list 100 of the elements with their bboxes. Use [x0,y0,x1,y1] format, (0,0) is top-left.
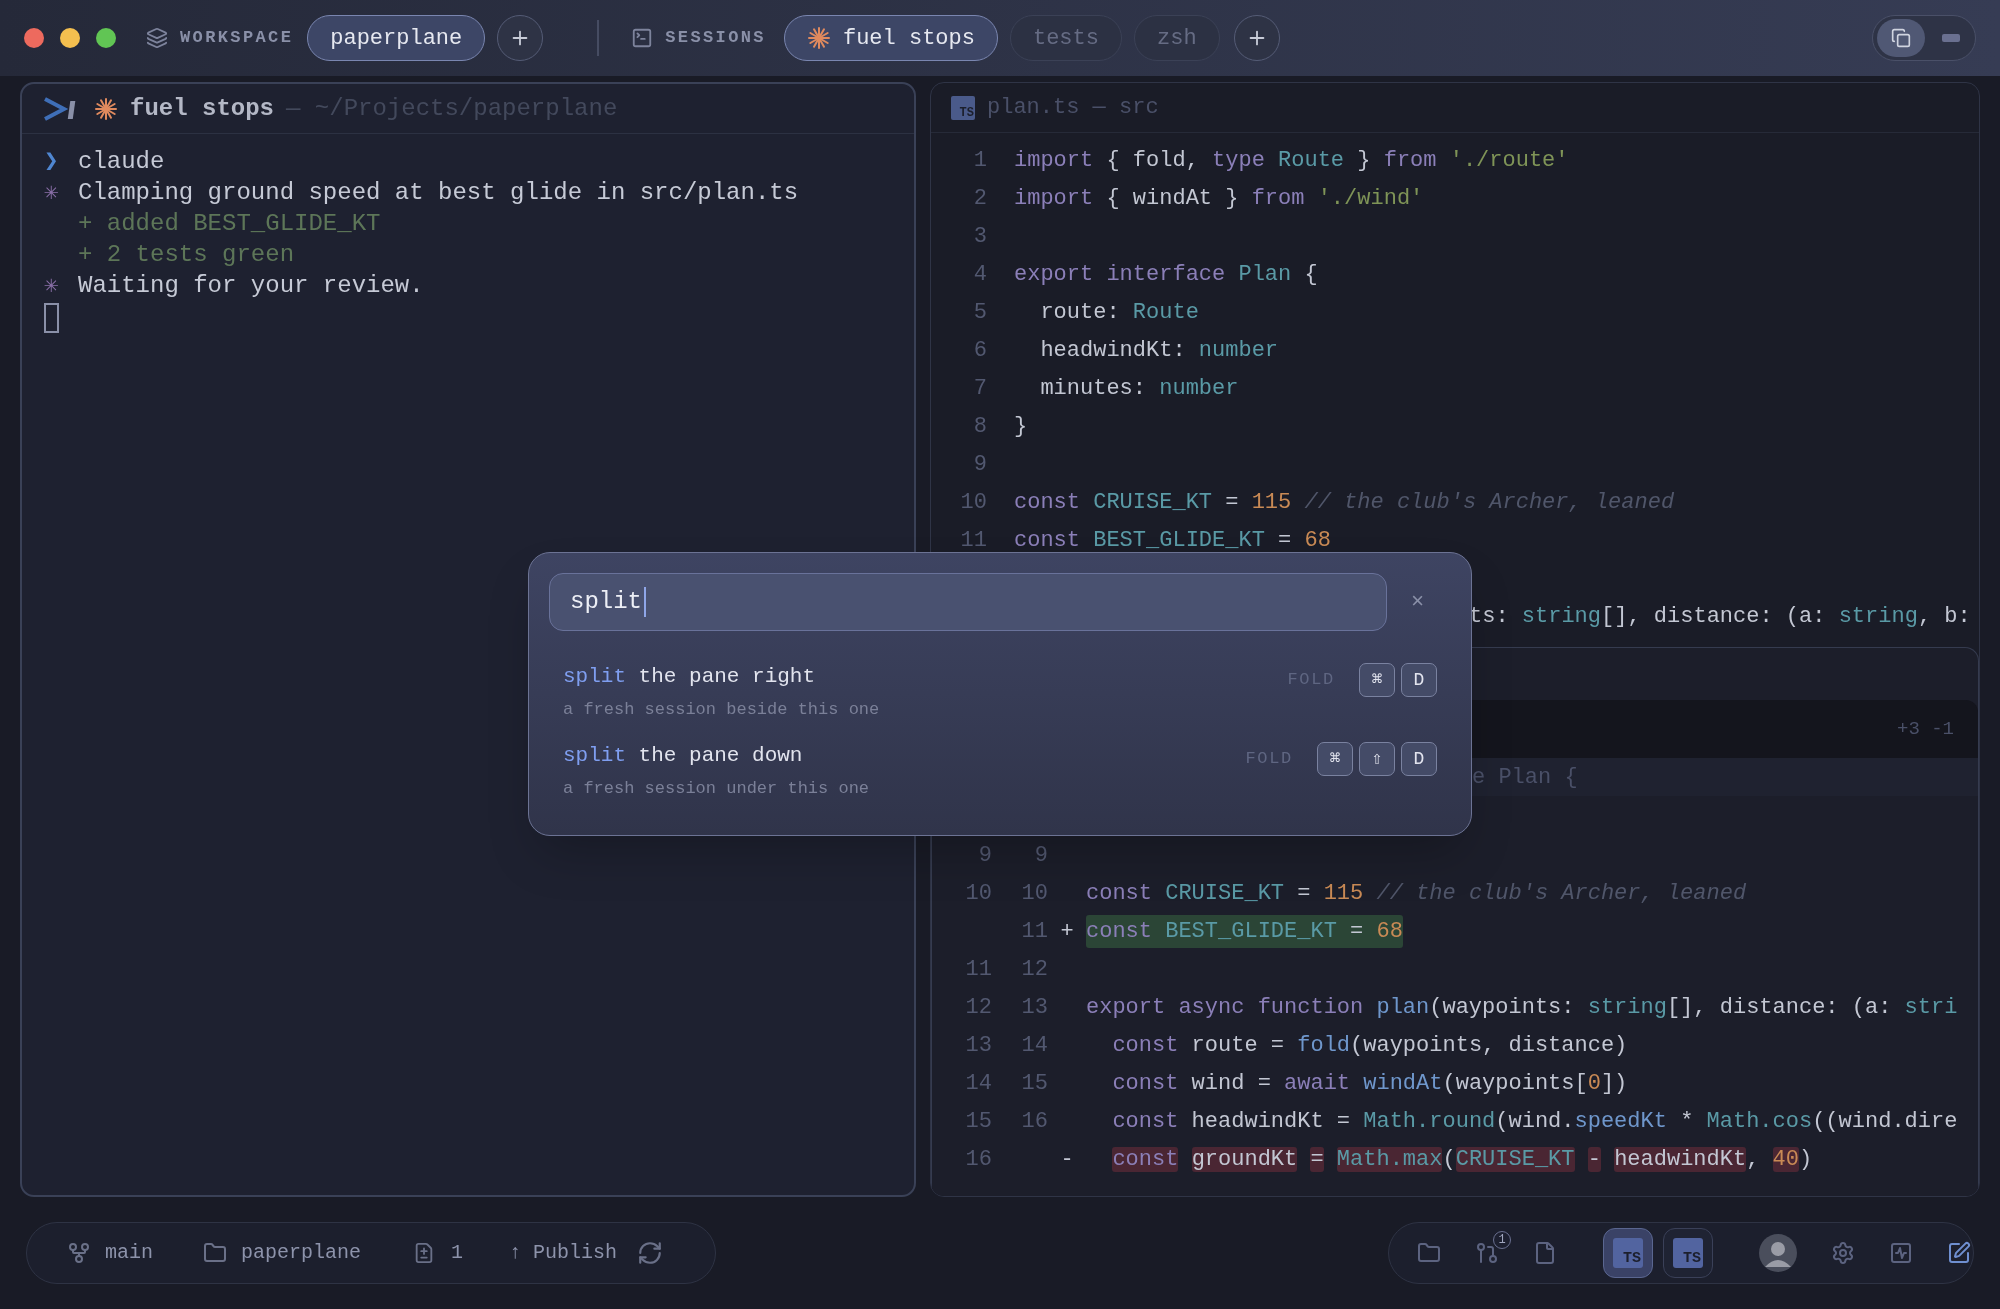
terminal-cursor [44,303,59,333]
terminal-line: Clamping ground speed at best glide in src/plan.ts [78,178,799,208]
code-line: const CRUISE_KT = 115 // the club's Archer, leaned [1014,488,1675,517]
typescript-button[interactable]: TS [1603,1228,1653,1278]
line-number: 13 [965,1032,992,1058]
code-line: import { windAt } from './wind' [1014,184,1424,213]
publish-button[interactable]: ↑ Publish [509,1238,618,1268]
code-line: route: Route [1039,298,1199,327]
key-cap: ⇧ [1359,742,1395,776]
terminal-icon [631,27,654,49]
line-marker: ✳ [44,271,60,301]
windows-icon [1891,28,1911,48]
terminal-line: claude [78,147,165,177]
tab[interactable]: paperplane [307,15,486,61]
settings-icon[interactable] [1831,1241,1855,1265]
add-workspace-button[interactable] [497,15,544,61]
diff-marker: - [1060,1146,1074,1172]
count-badge: 1 [1493,1231,1511,1249]
key-cap: ⌘ [1359,663,1395,697]
activity-icon[interactable] [1889,1241,1913,1265]
line-number: 14 [1021,1032,1048,1058]
folder-icon[interactable] [1417,1241,1441,1265]
code-line: const BEST_GLIDE_KT = 68 [1014,526,1331,555]
line-number: 6 [972,336,987,365]
windows-button[interactable] [1877,19,1925,57]
refresh-icon[interactable] [637,1240,664,1266]
code-line: import { fold, type Route } from './route' [1014,146,1569,175]
line-number: 9 [978,842,992,868]
line-number: 5 [972,298,987,327]
line-number: 12 [1021,956,1048,982]
project-name[interactable]: paperplane [241,1238,362,1268]
command-title: split the pane right [563,664,817,690]
code-line: const headwindKt = Math.round(wind.speedKt * Math.cos((wind.dire [1111,1107,1958,1136]
line-number: 12 [965,994,992,1020]
layers-icon [146,27,168,49]
key-cap: D [1401,742,1437,776]
pull-request-icon[interactable] [1475,1241,1499,1265]
diff-stats: +3 -1 [1897,716,1954,742]
code-line: const wind = await windAt(waypoints[0]) [1111,1069,1628,1098]
line-number: 11 [965,956,992,982]
line-number: 4 [972,260,987,289]
line-number: 2 [972,184,987,213]
typescript-button[interactable]: TS [1663,1228,1713,1278]
line-number: 15 [965,1108,992,1134]
section-label: WORKSPACE [180,27,294,50]
code-line: const route = fold(waypoints, distance) [1111,1031,1628,1060]
spark-icon [94,96,118,121]
key-cap: D [1401,663,1437,697]
line-number: 14 [965,1070,992,1096]
line-number: 15 [1021,1070,1048,1096]
changes-count: 1 [451,1240,464,1266]
close-window-button[interactable] [24,28,44,48]
line-number: 7 [972,374,987,403]
line-number: 10 [959,488,987,517]
line-number: 16 [1021,1108,1048,1134]
code-line: headwindKt: number [1039,336,1279,365]
session-title: fuel stops [130,93,275,124]
file-icon[interactable] [1533,1241,1557,1265]
line-number: 11 [1021,918,1048,944]
line-marker: ❯ [44,147,60,177]
code-line: ts: string[], distance: (a: string, b: [1469,602,1971,631]
line-number: 9 [972,450,987,479]
terminal-line: + added BEST_GLIDE_KT [78,209,381,239]
line-number: 13 [1021,994,1048,1020]
line-number: 11 [959,526,987,555]
branch-icon [67,1241,91,1265]
zoom-window-button[interactable] [96,28,116,48]
terminal-line: + 2 tests green [78,240,295,270]
close-button[interactable]: × [1411,585,1425,619]
line-number: 10 [965,880,992,906]
minimize-window-button[interactable] [60,28,80,48]
search-field[interactable]: split [549,573,1387,631]
add-session-button[interactable] [1233,15,1280,61]
edit-icon[interactable] [1947,1241,1971,1265]
tab[interactable]: fuel stops [783,15,998,61]
code-line: } [1014,412,1028,441]
diff-marker: + [1060,918,1074,944]
line-number: 10 [1021,880,1048,906]
command-description: a fresh session under this one [563,777,870,800]
code-line: const CRUISE_KT = 115 // the club's Archer, leaned [1086,879,1747,908]
minimize-icon [1942,34,1960,42]
code-line: const groundKt = Math.max(CRUISE_KT - headwindKt, 40) [1111,1145,1813,1174]
line-number: 3 [972,222,987,251]
key-cap: ⌘ [1317,742,1353,776]
line-marker: ✳ [44,178,60,208]
terminal-line: Waiting for your review. [78,271,424,301]
section-label: SESSIONS [665,27,766,50]
code-line: export interface Plan { [1014,260,1318,289]
file-title: plan.ts — src [987,94,1159,122]
line-number: 16 [965,1146,992,1172]
folder-icon [203,1241,227,1265]
avatar-icon[interactable] [1759,1234,1797,1272]
branch-name[interactable]: main [105,1238,153,1268]
code-line: export async function plan(waypoints: string[], distance: (a: stri [1086,993,1958,1022]
line-number: 8 [972,412,987,441]
line-number: 1 [972,146,987,175]
line-number: 9 [1034,842,1048,868]
command-title: split the pane down [563,743,804,769]
command-description: a fresh session beside this one [563,698,880,721]
typescript-file-icon: TS [951,95,975,120]
